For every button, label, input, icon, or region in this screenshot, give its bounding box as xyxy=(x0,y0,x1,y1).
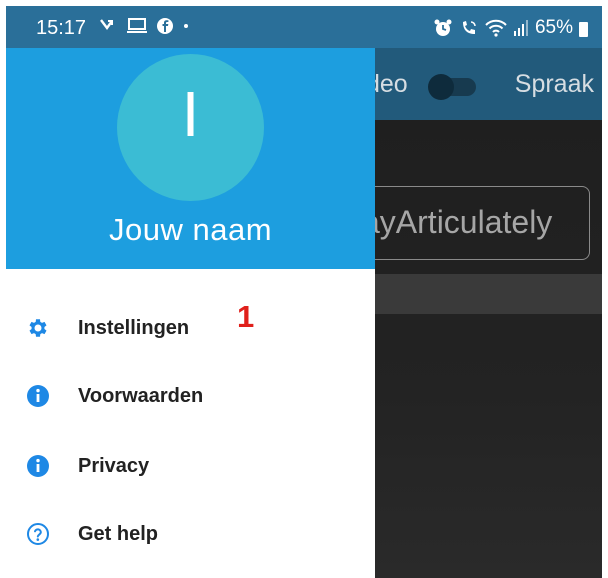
info-icon xyxy=(24,452,52,480)
menu-item-label: Instellingen xyxy=(78,316,190,339)
speech-mode-label: Spraak xyxy=(514,70,594,98)
menu-item-label: Get help xyxy=(78,522,159,545)
menu-item-get-help[interactable]: Get help xyxy=(6,505,375,563)
battery-percent: 65% xyxy=(534,17,573,38)
annotation-number: 1 xyxy=(237,299,255,334)
status-system-icons: 65% xyxy=(433,17,588,39)
avatar[interactable]: I xyxy=(117,54,264,201)
dot-icon xyxy=(184,24,188,28)
brand-text: ayArticulately xyxy=(362,204,553,240)
user-name[interactable]: Jouw naam xyxy=(6,212,375,248)
missed-call-icon xyxy=(100,19,113,31)
toggle-knob xyxy=(428,74,454,100)
menu-item-voorwaarden[interactable]: Voorwaarden xyxy=(6,367,375,425)
info-icon xyxy=(24,382,52,410)
wifi-icon xyxy=(485,19,507,37)
help-circle-icon xyxy=(24,520,52,548)
content-stripe xyxy=(366,274,602,314)
menu-item-label: Voorwaarden xyxy=(78,384,204,407)
status-notification-icons xyxy=(98,16,190,36)
phone-screen: 15:17 65% deo Spraak ayArticulately I Jo… xyxy=(6,6,602,578)
drawer-header: I Jouw naam xyxy=(6,48,375,269)
status-bar: 15:17 65% xyxy=(6,6,602,48)
battery-icon xyxy=(579,21,588,37)
wifi-call-icon xyxy=(462,21,476,34)
signal-icon xyxy=(513,20,528,36)
menu-item-label: Privacy xyxy=(78,454,150,477)
status-time: 15:17 xyxy=(36,17,87,39)
alarm-icon xyxy=(434,19,452,36)
menu-item-instellingen[interactable]: Instellingen 1 xyxy=(6,299,375,357)
mode-toggle[interactable] xyxy=(428,74,476,100)
menu-item-privacy[interactable]: Privacy xyxy=(6,437,375,495)
gear-icon xyxy=(24,314,52,342)
navigation-drawer: I Jouw naam Instellingen 1 Voorwaarden P… xyxy=(6,48,375,578)
facebook-icon xyxy=(157,18,173,34)
avatar-initial: I xyxy=(181,78,200,150)
laptop-icon xyxy=(127,18,147,33)
